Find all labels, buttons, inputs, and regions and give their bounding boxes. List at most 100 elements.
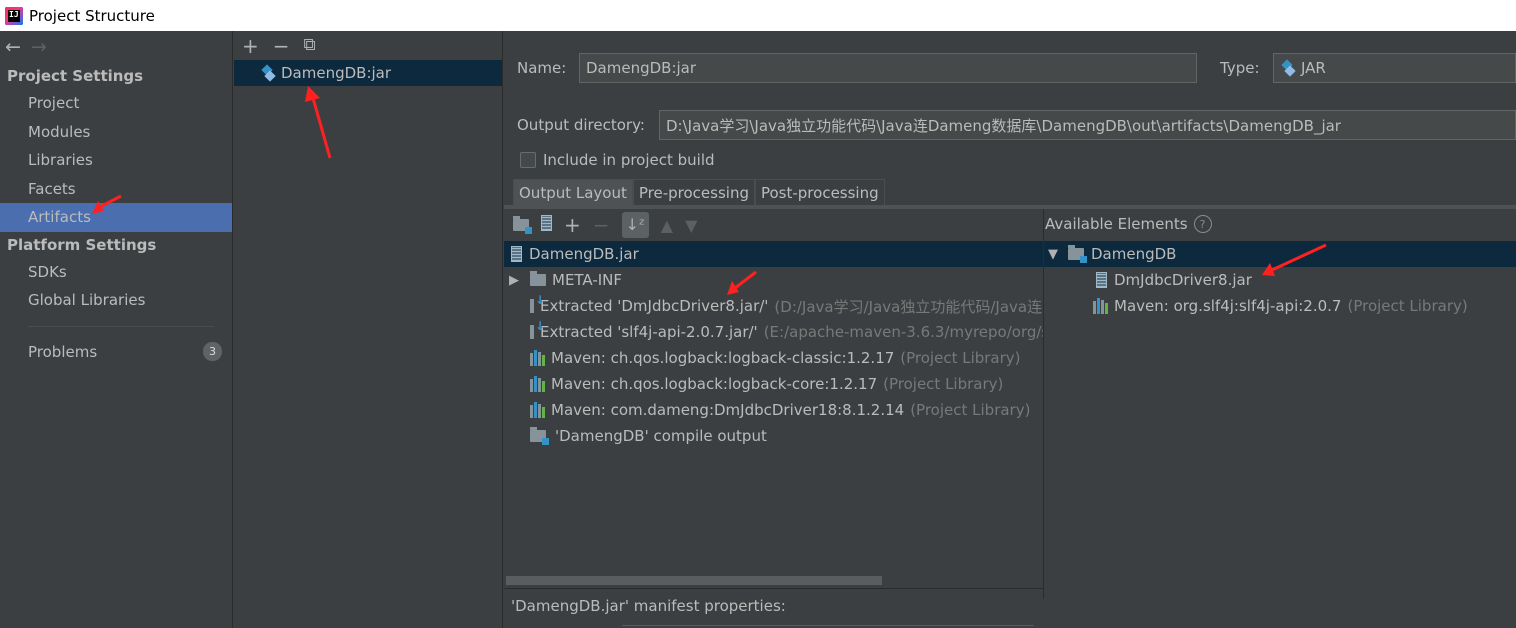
tree-row-label: Maven: com.dameng:DmJdbcDriver18:8.1.2.1…: [551, 401, 905, 419]
manifest-separator: [504, 588, 1044, 589]
jar-artifact-icon: [260, 66, 275, 81]
tree-row-library-tag: (Project Library): [883, 375, 1004, 393]
manifest-properties-label: 'DamengDB.jar' manifest properties:: [511, 597, 786, 615]
tree-row-label: Extracted 'DmJdbcDriver8.jar/': [540, 297, 769, 315]
platform-settings-heading: Platform Settings: [7, 235, 157, 254]
collapse-arrow-icon[interactable]: ▼: [1048, 247, 1060, 262]
include-in-build-label: Include in project build: [543, 151, 715, 169]
tree-row[interactable]: Extracted 'slf4j-api-2.0.7.jar/' (E:/apa…: [504, 319, 1044, 345]
problems-label: Problems: [28, 342, 98, 361]
name-label: Name:: [517, 59, 567, 77]
extracted-directory-icon: [530, 293, 545, 313]
tree-row[interactable]: Maven: ch.qos.logback:logback-classic:1.…: [504, 345, 1044, 371]
sidebar-item-sdks[interactable]: SDKs: [0, 258, 232, 287]
available-root-label: DamengDB: [1091, 245, 1177, 263]
type-value: JAR: [1301, 59, 1326, 77]
expand-arrow-icon[interactable]: ▶: [509, 273, 521, 288]
sidebar-item-facets[interactable]: Facets: [0, 175, 232, 204]
include-in-build-checkbox[interactable]: [520, 152, 536, 168]
sidebar-divider: [28, 325, 214, 327]
intellij-app-icon: IJ: [5, 6, 23, 25]
output-directory-label: Output directory:: [517, 116, 645, 134]
forward-arrow-icon[interactable]: →: [31, 37, 47, 57]
jar-file-icon: [1096, 272, 1107, 288]
library-icon: [530, 350, 545, 366]
artifacts-list-panel: + − ⧉ DamengDB:jar: [234, 31, 503, 628]
nav-buttons: ← →: [0, 31, 232, 63]
available-elements-tree: ▼ DamengDB DmJdbcDriver8.jar Maven: org.…: [1044, 241, 1516, 319]
tree-row[interactable]: Maven: ch.qos.logback:logback-core:1.2.1…: [504, 371, 1044, 397]
window-title: Project Structure: [29, 6, 155, 25]
tree-row-label: Maven: ch.qos.logback:logback-core:1.2.1…: [551, 375, 878, 393]
sidebar-item-libraries[interactable]: Libraries: [0, 146, 232, 175]
tab-output-layout[interactable]: Output Layout: [513, 179, 633, 205]
add-copy-of-icon[interactable]: +: [564, 213, 581, 237]
jar-file-icon: [511, 246, 522, 262]
horizontal-scrollbar[interactable]: [506, 576, 882, 585]
name-input[interactable]: DamengDB:jar: [579, 53, 1197, 83]
back-arrow-icon[interactable]: ←: [5, 37, 21, 57]
available-elements-title: Available Elements: [1045, 215, 1188, 233]
copy-artifact-icon[interactable]: ⧉: [304, 37, 316, 54]
folder-icon: [530, 271, 546, 286]
editor-tabs: Output Layout Pre-processing Post-proces…: [513, 179, 885, 205]
type-select[interactable]: JAR: [1273, 53, 1516, 83]
remove-artifact-icon[interactable]: −: [273, 36, 290, 56]
tree-row-path: (E:/apache-maven-3.6.3/myrepo/org/sl: [763, 323, 1044, 341]
tab-pre-processing[interactable]: Pre-processing: [632, 179, 755, 205]
output-root-label: DamengDB.jar: [529, 245, 639, 263]
tree-row-path: (D:/Java学习/Java独立功能代码/Java连I: [774, 297, 1044, 316]
move-down-icon[interactable]: ▼: [685, 216, 697, 235]
remove-element-icon[interactable]: −: [593, 213, 610, 237]
output-layout-toolbar: + − ↓ᶻ ▲ ▼: [504, 209, 1044, 241]
tree-row-label: 'DamengDB' compile output: [555, 427, 767, 445]
artifacts-toolbar: + − ⧉: [234, 31, 502, 60]
help-icon[interactable]: ?: [1193, 215, 1212, 233]
create-archive-icon[interactable]: [541, 215, 552, 235]
artifact-list-item[interactable]: DamengDB:jar: [234, 60, 502, 86]
sidebar-item-problems[interactable]: Problems 3: [0, 338, 232, 367]
settings-sidebar: ← → Project Settings Project Modules Lib…: [0, 31, 233, 628]
module-output-icon: [530, 427, 549, 445]
type-label: Type:: [1220, 59, 1260, 77]
sidebar-item-modules[interactable]: Modules: [0, 118, 232, 147]
tree-row-label: Maven: ch.qos.logback:logback-classic:1.…: [551, 349, 895, 367]
artifact-editor: Name: DamengDB:jar Type: JAR Output dire…: [504, 31, 1516, 628]
available-elements-header: Available Elements ?: [1045, 215, 1212, 233]
tree-row[interactable]: 'DamengDB' compile output: [504, 423, 1044, 449]
tree-row[interactable]: ▶ META-INF: [504, 267, 1044, 293]
title-bar: IJ Project Structure: [0, 0, 1516, 31]
tree-row-library-tag: (Project Library): [910, 401, 1031, 419]
include-in-build-option[interactable]: Include in project build: [520, 151, 715, 169]
tree-row[interactable]: Extracted 'DmJdbcDriver8.jar/' (D:/Java学…: [504, 293, 1044, 319]
tree-row-label: Maven: org.slf4j:slf4j-api:2.0.7: [1114, 297, 1342, 315]
tree-row-label: META-INF: [552, 271, 623, 289]
output-root-row[interactable]: DamengDB.jar: [504, 241, 1044, 267]
sidebar-item-project[interactable]: Project: [0, 89, 232, 118]
tree-row[interactable]: Maven: org.slf4j:slf4j-api:2.0.7 (Projec…: [1044, 293, 1516, 319]
add-artifact-icon[interactable]: +: [242, 36, 259, 56]
output-layout-tree: DamengDB.jar ▶ META-INF Extracted 'DmJdb…: [504, 241, 1044, 449]
extracted-directory-icon: [530, 319, 545, 339]
tab-post-processing[interactable]: Post-processing: [754, 179, 885, 205]
move-up-icon[interactable]: ▲: [661, 216, 673, 235]
library-icon: [1093, 298, 1108, 314]
tree-row-library-tag: (Project Library): [900, 349, 1021, 367]
artifact-name: DamengDB:jar: [281, 64, 392, 82]
tree-row-label: DmJdbcDriver8.jar: [1114, 271, 1252, 289]
output-directory-input[interactable]: D:\Java学习\Java独立功能代码\Java连Dameng数据库\Dame…: [659, 110, 1516, 140]
problems-count-badge: 3: [203, 342, 222, 362]
project-settings-heading: Project Settings: [7, 67, 144, 85]
sidebar-item-artifacts[interactable]: Artifacts: [0, 203, 232, 232]
jar-type-icon: [1280, 61, 1295, 76]
tree-row[interactable]: DmJdbcDriver8.jar: [1044, 267, 1516, 293]
available-root-row[interactable]: ▼ DamengDB: [1044, 241, 1516, 267]
tree-row[interactable]: Maven: com.dameng:DmJdbcDriver18:8.1.2.1…: [504, 397, 1044, 423]
tree-row-library-tag: (Project Library): [1347, 297, 1468, 315]
sort-elements-icon[interactable]: ↓ᶻ: [621, 212, 649, 238]
sidebar-item-global-libraries[interactable]: Global Libraries: [0, 286, 232, 315]
library-icon: [530, 402, 545, 418]
module-folder-icon: [1068, 245, 1087, 263]
library-icon: [530, 376, 545, 392]
create-directory-icon[interactable]: [513, 215, 532, 235]
